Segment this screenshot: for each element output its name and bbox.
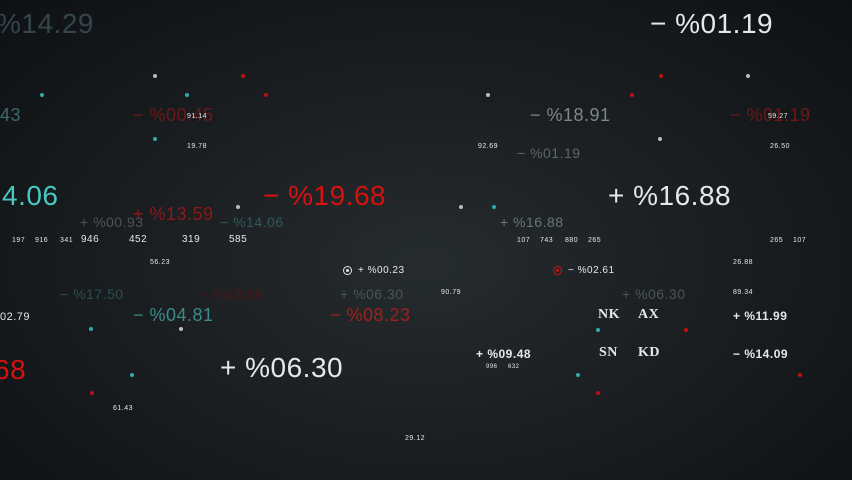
- indicator-dot-icon: [241, 74, 245, 78]
- ticker-symbol: SN: [599, 345, 618, 360]
- ticker-price: 19.78: [187, 143, 208, 150]
- ticker-change: + %16.88: [608, 180, 732, 211]
- indicator-dot-icon: [40, 93, 44, 97]
- ticker-price: 02.79: [0, 311, 31, 323]
- indicator-dot-icon: [746, 74, 750, 78]
- ticker-change: + %16.88: [500, 214, 564, 230]
- ticker-change: 43: [0, 105, 22, 125]
- ticker-volume: 996: [486, 364, 498, 370]
- indicator-dot-icon: [659, 74, 663, 78]
- indicator-dot-icon: [459, 205, 463, 209]
- ticker-change: + %06.30: [622, 286, 686, 302]
- indicator-dot-icon: [576, 373, 580, 377]
- ticker-price: 59.27: [768, 113, 789, 120]
- ticker-change: + %00.23: [358, 265, 405, 277]
- indicator-dot-icon: [486, 93, 490, 97]
- ticker-change: − %13.68: [200, 286, 264, 302]
- ticker-volume: 946: [81, 234, 100, 245]
- ticker-change: − %01.19: [650, 8, 774, 39]
- ticker-change: 68: [0, 354, 27, 385]
- indicator-dot-icon: [264, 93, 268, 97]
- ticker-change-highlight: − %02.61: [553, 266, 615, 276]
- target-icon: [343, 266, 352, 275]
- ticker-price: 26.88: [733, 259, 754, 266]
- indicator-dot-icon: [179, 327, 183, 331]
- ticker-symbol: AX: [638, 307, 660, 322]
- indicator-dot-icon: [153, 137, 157, 141]
- ticker-volume: 743: [540, 237, 554, 244]
- ticker-volume: 265: [588, 237, 602, 244]
- ticker-price: 90.79: [441, 289, 462, 296]
- ticker-change: − %02.61: [568, 265, 615, 277]
- ticker-change: + %11.99: [733, 309, 788, 323]
- ticker-volume: 585: [229, 234, 248, 245]
- indicator-dot-icon: [798, 373, 802, 377]
- indicator-dot-icon: [630, 93, 634, 97]
- ticker-change: − %08.23: [330, 305, 411, 325]
- indicator-dot-icon: [89, 327, 93, 331]
- ticker-change-highlight: + %00.23: [343, 266, 405, 276]
- indicator-dot-icon: [492, 205, 496, 209]
- ticker-change: + %13.59: [133, 204, 214, 224]
- ticker-change: − %14.06: [220, 214, 284, 230]
- ticker-change: %14.29: [0, 8, 94, 39]
- ticker-volume: 107: [793, 237, 807, 244]
- ticker-volume: 197: [12, 237, 26, 244]
- ticker-change: − %19.68: [263, 180, 387, 211]
- ticker-change: + %06.30: [220, 352, 344, 383]
- ticker-change: 4.06: [2, 180, 59, 211]
- ticker-change: + %09.48: [476, 347, 532, 361]
- ticker-volume: 452: [129, 234, 148, 245]
- ticker-price: 56.23: [150, 259, 171, 266]
- ticker-change: − %14.09: [733, 347, 789, 361]
- ticker-price: 92.69: [478, 143, 499, 150]
- ticker-price: 89.34: [733, 289, 754, 296]
- ticker-price: 26.50: [770, 143, 791, 150]
- indicator-dot-icon: [596, 391, 600, 395]
- ticker-change: + %06.30: [340, 286, 404, 302]
- ticker-symbol: NK: [598, 307, 620, 322]
- ticker-price: 61.43: [113, 405, 134, 412]
- ticker-price: 91.14: [187, 113, 208, 120]
- indicator-dot-icon: [185, 93, 189, 97]
- ticker-volume: 341: [60, 237, 74, 244]
- indicator-dot-icon: [236, 205, 240, 209]
- ticker-change: − %04.81: [133, 305, 214, 325]
- indicator-dot-icon: [90, 391, 94, 395]
- ticker-volume: 916: [35, 237, 49, 244]
- ticker-volume: 265: [770, 237, 784, 244]
- ticker-change: − %18.91: [530, 105, 611, 125]
- ticker-change: − %17.50: [60, 286, 124, 302]
- indicator-dot-icon: [658, 137, 662, 141]
- indicator-dot-icon: [596, 328, 600, 332]
- ticker-volume: 632: [508, 364, 520, 370]
- ticker-symbol: KD: [638, 345, 660, 360]
- indicator-dot-icon: [153, 74, 157, 78]
- indicator-dot-icon: [130, 373, 134, 377]
- ticker-price: 29.12: [405, 435, 426, 442]
- indicator-dot-icon: [684, 328, 688, 332]
- ticker-volume: 880: [565, 237, 579, 244]
- ticker-change: − %01.19: [517, 145, 581, 161]
- ticker-volume: 107: [517, 237, 531, 244]
- target-icon: [553, 266, 562, 275]
- ticker-volume: 319: [182, 234, 201, 245]
